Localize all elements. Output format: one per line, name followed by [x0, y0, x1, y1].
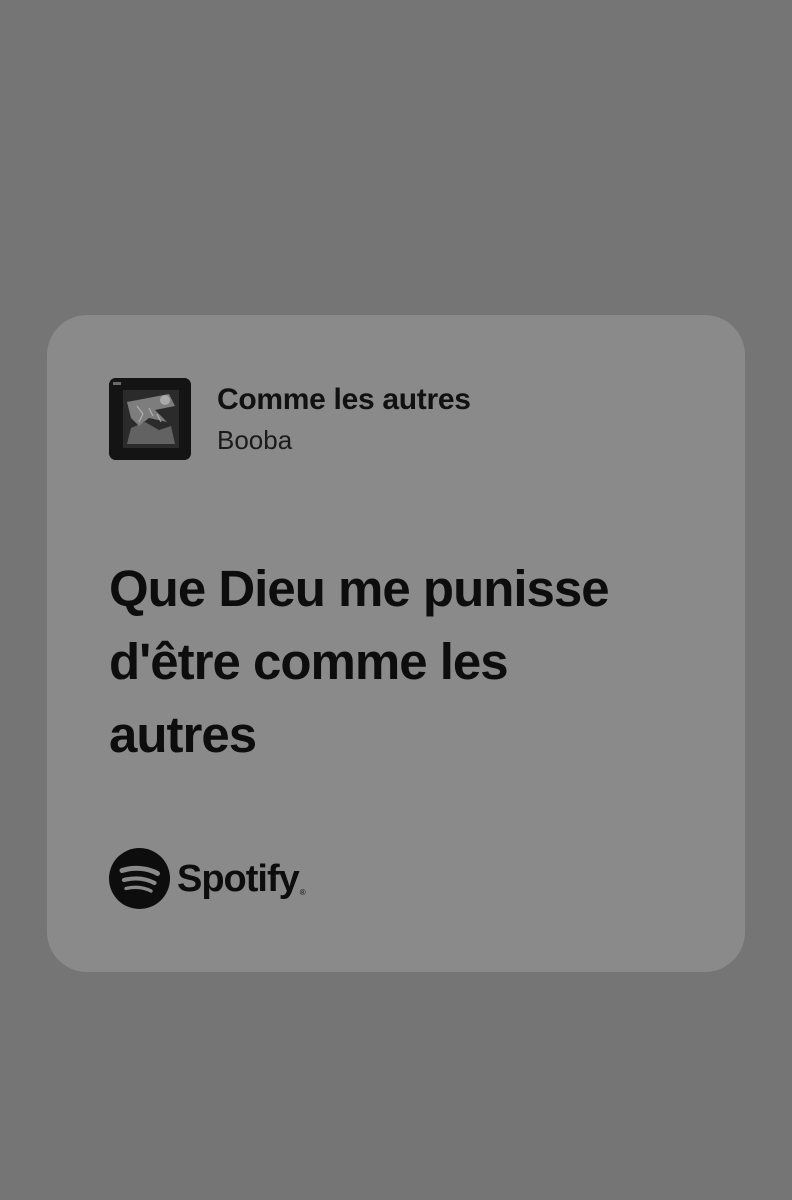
- brand-name: Spotify: [177, 857, 300, 900]
- lyrics-share-card: Comme les autres Booba Que Dieu me punis…: [47, 315, 745, 972]
- track-artist: Booba: [217, 425, 293, 455]
- album-art: [109, 378, 191, 460]
- spotify-wordmark: Spotify®: [177, 856, 306, 902]
- track-header: Comme les autres Booba: [109, 378, 471, 460]
- lyrics-text: Que Dieu me punisse d'être comme les aut…: [109, 552, 719, 771]
- album-cover-image: [109, 378, 191, 460]
- trademark-symbol: ®: [299, 887, 306, 897]
- track-title: Comme les autres: [217, 383, 471, 416]
- lyrics-line: autres: [109, 706, 257, 763]
- lyrics-line: Que Dieu me punisse: [109, 560, 610, 617]
- track-meta: Comme les autres Booba: [217, 381, 471, 457]
- spotify-logo-icon: [109, 848, 170, 909]
- lyrics-line: d'être comme les: [109, 633, 509, 690]
- spotify-brand: Spotify®: [109, 848, 306, 909]
